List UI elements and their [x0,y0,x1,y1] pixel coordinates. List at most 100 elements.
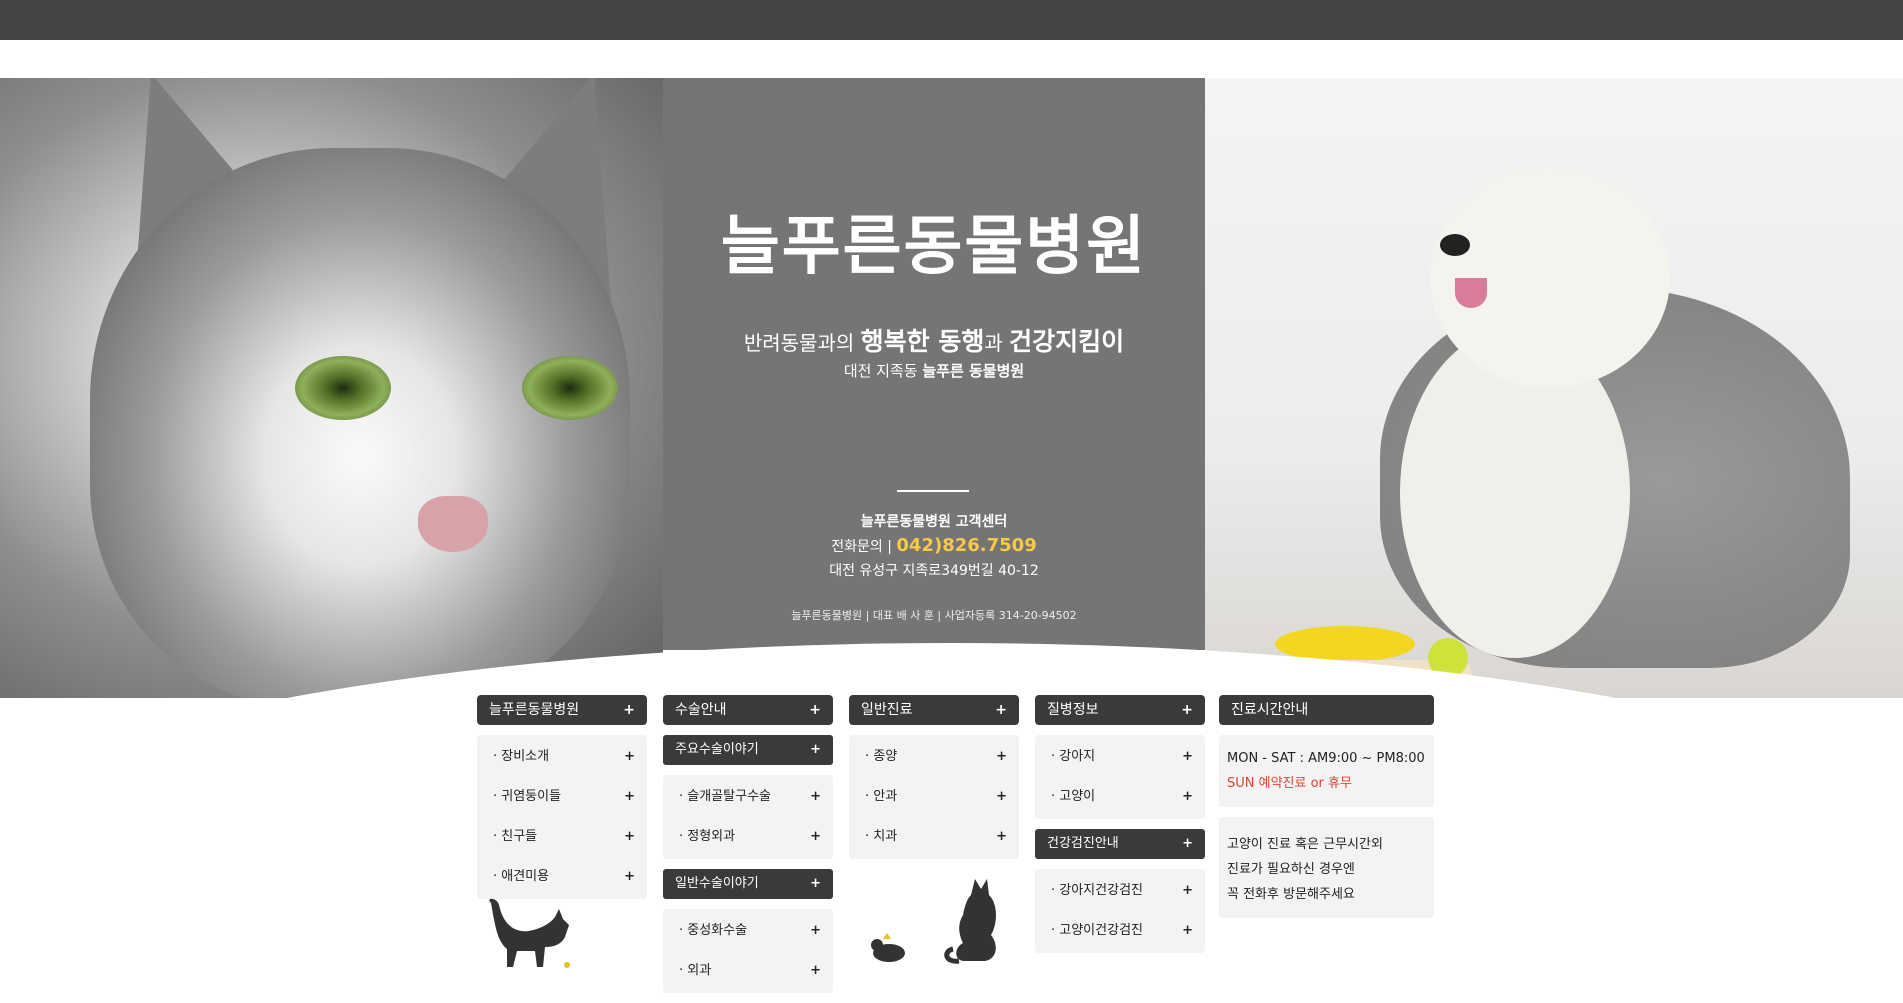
plus-icon[interactable]: + [810,735,821,765]
menu-item-tumor[interactable]: · 종양 + [849,737,1019,777]
menu-sub-general-surgery[interactable]: 일반수술이야기 + [663,869,833,899]
menu-header-label: 수술안내 [675,702,727,718]
customer-center-title: 늘푸른동물병원 고객센터 [860,514,1008,530]
plus-icon[interactable]: + [1181,695,1193,725]
menu-group-general-care: · 종양 + · 안과 + · 치과 + [849,735,1019,859]
top-bar [0,0,1903,40]
hero-subtagline: 대전 지족동 늘푸른 동물병원 [663,360,1205,381]
hours-panel: 진료시간안내 MON - SAT : AM9:00 ~ PM8:00 SUN 예… [1219,695,1434,928]
menu-item-label: · 치과 [865,829,898,844]
menu-item-surgery[interactable]: · 외과 + [663,951,833,991]
customer-center-phone: 전화문의 | 042)826.7509 [663,535,1205,556]
menu-header-hospital[interactable]: 늘푸른동물병원 + [477,695,647,725]
plus-icon[interactable]: + [1182,737,1193,777]
plus-icon[interactable]: + [809,695,821,725]
phone-number[interactable]: 042)826.7509 [896,535,1036,556]
hours-header: 진료시간안내 [1219,695,1434,725]
hero-banner [0,78,1903,698]
menu-item-label: · 고양이 [1051,789,1096,804]
menu-sub-label: 주요수술이야기 [675,742,759,757]
menu-item-equipment[interactable]: · 장비소개 + [477,737,647,777]
plus-icon[interactable]: + [624,737,635,777]
menu-item-label: · 강아지건강검진 [1051,883,1143,898]
menu-header-label: 질병정보 [1047,702,1099,718]
cat-sitting-silhouette-icon [871,879,996,964]
menu-sub-major-surgery[interactable]: 주요수술이야기 + [663,735,833,765]
dog-tongue [1455,278,1487,308]
plus-icon[interactable]: + [995,695,1007,725]
subtag-prefix: 대전 지족동 [843,362,923,380]
hours-note-box: 고양이 진료 혹은 근무시간외 진료가 필요하신 경우엔 꼭 전화후 방문해주세… [1219,817,1434,918]
plus-icon[interactable]: + [810,869,821,899]
tagline-prefix: 반려동물과의 [743,331,861,355]
plus-icon[interactable]: + [810,777,821,817]
menu-item-label: · 정형외과 [679,829,736,844]
menu-header-surgery[interactable]: 수술안내 + [663,695,833,725]
menu-item-label: · 친구들 [493,829,538,844]
divider-line [897,490,969,492]
menu-item-dental[interactable]: · 치과 + [849,817,1019,857]
site-logo[interactable]: 늘푸른동물병원 [663,195,1205,287]
menu-item-label: · 외과 [679,963,712,978]
menu-column-general-care: 일반진료 + · 종양 + · 안과 + · 치과 + [849,695,1019,964]
menu-item-dog[interactable]: · 강아지 + [1035,737,1205,777]
subtag-bold: 늘푸른 동물병원 [922,362,1025,380]
plus-icon[interactable]: + [623,695,635,725]
plus-icon[interactable]: + [810,911,821,951]
plus-icon[interactable]: + [810,817,821,857]
menu-item-orthopedics[interactable]: · 정형외과 + [663,817,833,857]
plus-icon[interactable]: + [1182,911,1193,951]
menu-item-label: · 종양 [865,749,898,764]
menu-item-label: · 귀염둥이들 [493,789,562,804]
menu-header-general-care[interactable]: 일반진료 + [849,695,1019,725]
sunday-hours: SUN 예약진료 or 휴무 [1227,776,1352,791]
menu-sub-label: 건강검진안내 [1047,836,1119,851]
plus-icon[interactable]: + [996,737,1007,777]
plus-icon[interactable]: + [1182,871,1193,911]
plus-icon[interactable]: + [810,951,821,991]
hours-header-label: 진료시간안내 [1231,702,1309,718]
hours-note-2: 진료가 필요하신 경우엔 [1227,862,1355,877]
cat-head [90,148,630,698]
menu-item-cat-checkup[interactable]: · 고양이건강검진 + [1035,911,1205,951]
menu-sub-label: 일반수술이야기 [675,876,759,891]
plus-icon[interactable]: + [624,857,635,897]
menu-column-disease-info: 질병정보 + · 강아지 + · 고양이 + 건강검진안내 + · 강아지건강검진 + ·… [1035,695,1205,963]
plus-icon[interactable]: + [624,777,635,817]
plus-icon[interactable]: + [1182,777,1193,817]
menu-item-ophthalmology[interactable]: · 안과 + [849,777,1019,817]
menu-item-cuties[interactable]: · 귀염둥이들 + [477,777,647,817]
menu-group-hospital: · 장비소개 + · 귀염둥이들 + · 친구들 + · 애견미용 + [477,735,647,899]
plus-icon[interactable]: + [996,777,1007,817]
menu-item-patella[interactable]: · 슬개골탈구수술 + [663,777,833,817]
menu-item-label: · 고양이건강검진 [1051,923,1143,938]
hours-note-1: 고양이 진료 혹은 근무시간외 [1227,837,1383,852]
menu-group-disease-info: · 강아지 + · 고양이 + [1035,735,1205,819]
menu-column-hospital: 늘푸른동물병원 + · 장비소개 + · 귀염둥이들 + · 친구들 + · 애견미용 + [477,695,647,968]
menu-header-label: 일반진료 [861,702,913,718]
tagline-bold-2: 건강지킴이 [1009,327,1125,356]
menu-item-cat[interactable]: · 고양이 + [1035,777,1205,817]
hero-tagline: 반려동물과의 행복한 동행과 건강지킴이 [663,322,1205,358]
plus-icon[interactable]: + [996,817,1007,857]
hours-schedule-box: MON - SAT : AM9:00 ~ PM8:00 SUN 예약진료 or … [1219,735,1434,807]
menu-header-label: 늘푸른동물병원 [489,702,580,718]
plus-icon[interactable]: + [1182,829,1193,859]
menu-item-label: · 장비소개 [493,749,550,764]
menu-item-grooming[interactable]: · 애견미용 + [477,857,647,897]
menu-group-general-surgery: · 중성화수술 + · 외과 + [663,909,833,993]
menu-item-friends[interactable]: · 친구들 + [477,817,647,857]
cat-eye-right [522,356,618,420]
menu-sub-health-checkup[interactable]: 건강검진안내 + [1035,829,1205,859]
menu-item-neutering[interactable]: · 중성화수술 + [663,911,833,951]
menu-item-label: · 강아지 [1051,749,1096,764]
hours-note-3: 꼭 전화후 방문해주세요 [1227,887,1355,902]
menu-item-label: · 안과 [865,789,898,804]
menu-item-dog-checkup[interactable]: · 강아지건강검진 + [1035,871,1205,911]
menu-item-label: · 애견미용 [493,869,550,884]
cat-nose [418,496,488,552]
menu-header-disease-info[interactable]: 질병정보 + [1035,695,1205,725]
menu-column-surgery: 수술안내 + 주요수술이야기 + · 슬개골탈구수술 + · 정형외과 + 일반수술이야… [663,695,833,1003]
tagline-bold-1: 행복한 동행 [860,327,985,356]
plus-icon[interactable]: + [624,817,635,857]
